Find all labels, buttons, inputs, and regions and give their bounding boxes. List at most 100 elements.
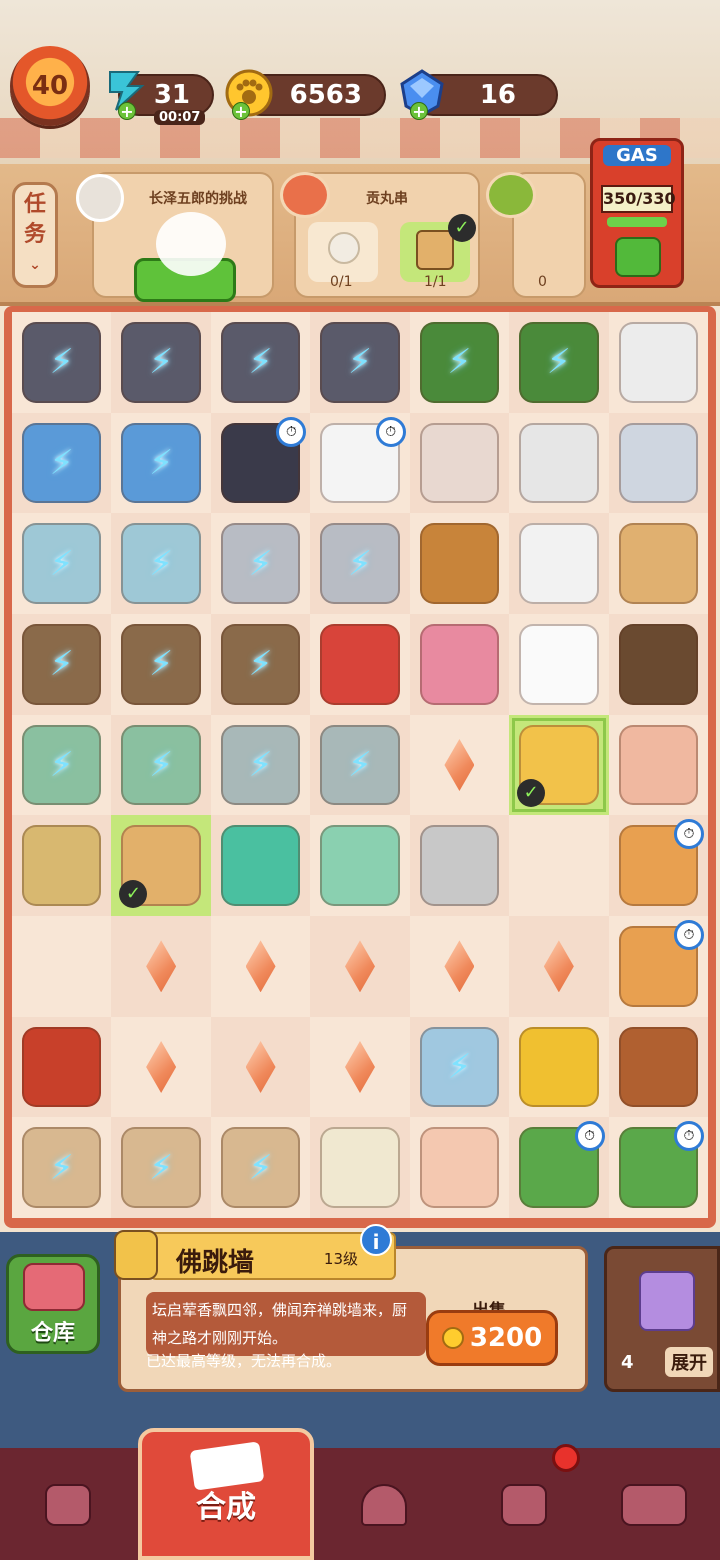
board-cell[interactable] xyxy=(310,1016,410,1118)
board-cell[interactable] xyxy=(509,412,609,514)
board-cell[interactable] xyxy=(210,915,311,1017)
board-cell[interactable] xyxy=(509,513,609,614)
board-cell[interactable] xyxy=(608,613,708,715)
board-cell[interactable] xyxy=(12,915,112,1017)
coin-plus-icon[interactable]: + xyxy=(232,102,250,121)
board-cell[interactable]: ⚡ xyxy=(111,613,211,715)
sauce-jar-icon xyxy=(22,1026,102,1108)
nav-restaurant[interactable] xyxy=(324,1460,444,1550)
board-cell[interactable]: ⚡ xyxy=(210,513,311,614)
lightning-lock-icon: ⚡ xyxy=(248,744,273,785)
board-cell[interactable]: ⚡ xyxy=(210,1117,311,1218)
energy-plus-icon[interactable]: + xyxy=(118,102,136,121)
nav-map[interactable] xyxy=(464,1460,584,1550)
energy-timer: 00:07 xyxy=(154,110,206,125)
timer-clock-icon: ⏱ xyxy=(375,416,406,447)
board-cell[interactable]: ⚡ xyxy=(12,714,112,816)
board-cell[interactable]: ⚡ xyxy=(12,613,112,715)
board-cell[interactable] xyxy=(409,915,510,1017)
board-cell[interactable]: ⚡ xyxy=(210,714,311,816)
board-cell[interactable] xyxy=(509,1016,609,1118)
warehouse-button[interactable]: 仓库 xyxy=(6,1254,100,1354)
paw-coin-icon xyxy=(441,1327,464,1349)
board-cell[interactable] xyxy=(608,513,708,614)
board-cell[interactable]: ⏱ xyxy=(608,815,708,916)
level-badge[interactable]: 40 xyxy=(10,46,90,126)
board-cell[interactable] xyxy=(310,915,410,1017)
board-cell[interactable] xyxy=(310,613,410,715)
board-cell[interactable]: ⏱ xyxy=(608,1117,708,1218)
nav-merge[interactable]: 合成 xyxy=(138,1428,314,1560)
board-cell[interactable] xyxy=(12,815,112,916)
board-cell[interactable] xyxy=(509,815,609,916)
board-cell[interactable]: ⚡ xyxy=(509,312,609,413)
crystal-icon xyxy=(344,940,375,993)
board-cell[interactable]: ✓ xyxy=(111,815,211,916)
board-cell[interactable]: ⚡ xyxy=(210,312,311,413)
board-cell[interactable] xyxy=(509,915,609,1017)
board-cell[interactable]: ⏱ xyxy=(310,412,410,514)
sell-price: 3200 xyxy=(469,1323,543,1353)
lightning-lock-icon: ⚡ xyxy=(149,1147,174,1188)
board-cell[interactable]: ⚡ xyxy=(12,412,112,514)
board-cell[interactable] xyxy=(409,412,510,514)
gas-pump[interactable]: GAS 350/330 xyxy=(590,138,684,288)
nav-bus[interactable] xyxy=(594,1460,714,1550)
board-cell[interactable]: ⚡ xyxy=(111,1117,211,1218)
board-cell[interactable]: ⏱ xyxy=(608,915,708,1017)
board-cell[interactable]: ⚡ xyxy=(310,312,410,413)
bag-icon xyxy=(45,1484,91,1526)
crystal-icon xyxy=(245,1040,276,1093)
lightning-lock-icon: ⚡ xyxy=(49,1147,74,1188)
lightning-lock-icon: ⚡ xyxy=(447,342,472,383)
board-cell[interactable] xyxy=(608,714,708,816)
board-cell[interactable] xyxy=(12,1016,112,1118)
board-cell[interactable] xyxy=(409,714,510,816)
board-cell[interactable] xyxy=(409,815,510,916)
board-cell[interactable] xyxy=(210,1016,311,1118)
ruler-icon xyxy=(320,825,400,906)
board-cell[interactable] xyxy=(608,312,708,413)
bowl-icon xyxy=(419,825,500,906)
lightning-lock-icon: ⚡ xyxy=(447,1046,472,1087)
board-cell[interactable]: ⚡ xyxy=(310,513,410,614)
board-cell[interactable]: ⚡ xyxy=(12,513,112,614)
task-tab[interactable]: 任 务 ⌄ xyxy=(12,182,58,288)
expand-panel[interactable]: 4 展开 xyxy=(604,1246,720,1392)
board-cell[interactable] xyxy=(409,513,510,614)
sell-button[interactable]: 3200 xyxy=(426,1310,558,1366)
board-cell[interactable]: ⚡ xyxy=(12,1117,112,1218)
board-cell[interactable] xyxy=(111,1016,211,1118)
task-tab-label-2: 务 xyxy=(23,222,46,247)
board-cell[interactable]: ⚡ xyxy=(111,312,211,413)
lightning-lock-icon: ⚡ xyxy=(49,543,74,584)
board-cell[interactable] xyxy=(409,1117,510,1218)
board-cell[interactable] xyxy=(310,1117,410,1218)
board-cell[interactable]: ⚡ xyxy=(111,714,211,816)
slot-count: 0/1 xyxy=(330,274,353,290)
gas-refill-icon[interactable] xyxy=(615,237,661,277)
board-cell[interactable] xyxy=(608,1016,708,1118)
plug-icon xyxy=(618,523,698,604)
board-cell[interactable]: ⚡ xyxy=(111,412,211,514)
board-cell[interactable]: ⏱ xyxy=(210,412,311,514)
info-icon[interactable]: i xyxy=(360,1224,392,1256)
board-cell[interactable]: ⚡ xyxy=(409,312,510,413)
board-cell[interactable]: ⚡ xyxy=(310,714,410,816)
board-cell[interactable]: ⚡ xyxy=(210,613,311,715)
board-cell[interactable]: ⏱ xyxy=(509,1117,609,1218)
gem-plus-icon[interactable]: + xyxy=(410,102,428,121)
board-cell[interactable] xyxy=(409,613,510,715)
board-cell[interactable] xyxy=(509,613,609,715)
gas-bar-fill xyxy=(607,217,667,227)
board-cell[interactable] xyxy=(210,815,311,916)
nav-shop[interactable] xyxy=(8,1460,128,1550)
board-cell[interactable]: ✓ xyxy=(509,714,609,816)
board-cell[interactable] xyxy=(111,915,211,1017)
board-cell[interactable]: ⚡ xyxy=(12,312,112,413)
board-cell[interactable] xyxy=(310,815,410,916)
board-cell[interactable] xyxy=(608,412,708,514)
board-cell[interactable]: ⚡ xyxy=(409,1016,510,1118)
notification-dot xyxy=(552,1444,580,1472)
board-cell[interactable]: ⚡ xyxy=(111,513,211,614)
